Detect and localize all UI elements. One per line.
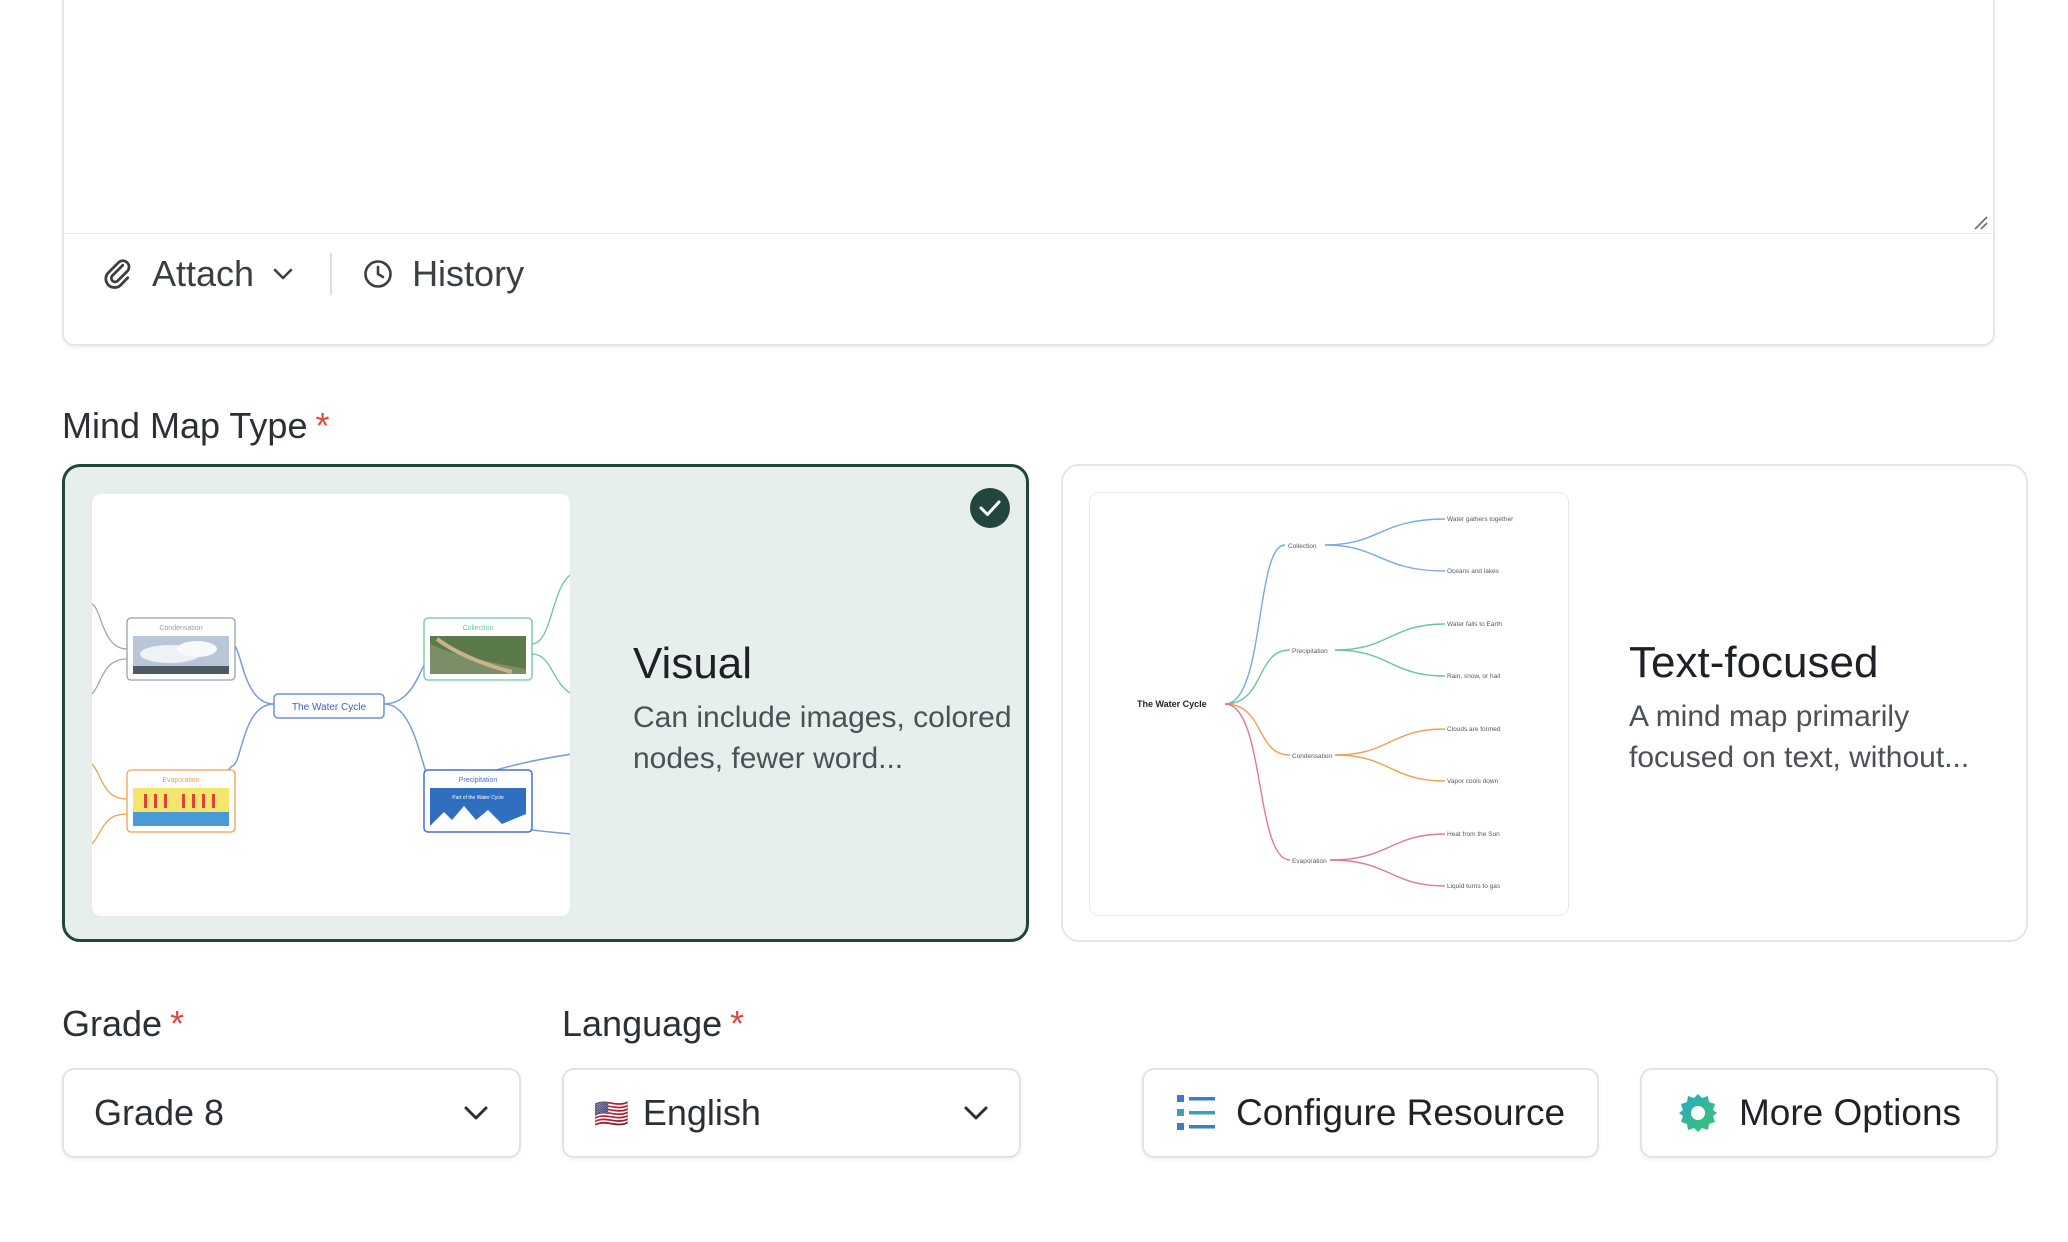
text-focused-option-description: A mind map primarily focused on text, wi… bbox=[1629, 700, 1970, 774]
text-leaf: Vapor cools down bbox=[1447, 778, 1499, 785]
more-options-label: More Options bbox=[1738, 1092, 1962, 1133]
history-label: History bbox=[412, 253, 525, 294]
mind-map-type-label: Mind Map Type * bbox=[62, 405, 330, 446]
text-branch-condensation: Condensation bbox=[1292, 753, 1332, 760]
visual-center-node: The Water Cycle bbox=[292, 702, 367, 713]
visual-option-description: Can include images, colored nodes, fewer… bbox=[633, 701, 1012, 775]
required-mark: * bbox=[730, 1003, 745, 1044]
language-label: Language * bbox=[562, 1003, 745, 1044]
configure-resource-label: Configure Resource bbox=[1235, 1092, 1566, 1133]
grade-select-value: Grade 8 bbox=[94, 1092, 225, 1133]
chevron-down-icon bbox=[464, 1106, 488, 1120]
editor-toolbar: Attach History bbox=[104, 244, 524, 304]
list-icon bbox=[1176, 1095, 1215, 1130]
history-button[interactable]: History bbox=[362, 253, 524, 295]
chevron-down-icon bbox=[273, 268, 293, 280]
visual-node-condensation: Condensation bbox=[159, 625, 202, 632]
prompt-textarea[interactable] bbox=[64, 0, 1993, 234]
grade-select[interactable]: Grade 8 bbox=[62, 1068, 521, 1158]
text-leaf: Heat from the Sun bbox=[1447, 831, 1500, 838]
gear-icon bbox=[1678, 1094, 1717, 1132]
visual-node-evaporation: Evaporation bbox=[162, 777, 199, 784]
prompt-editor: Attach History bbox=[62, 0, 1995, 346]
text-leaf: Oceans and lakes bbox=[1447, 568, 1500, 575]
check-circle-icon bbox=[970, 488, 1010, 528]
visual-node-collection: Collection bbox=[463, 625, 494, 632]
paperclip-icon bbox=[104, 259, 131, 289]
visual-option-title: Visual bbox=[633, 639, 753, 688]
clock-icon bbox=[364, 260, 392, 288]
mind-map-type-text-focused-option[interactable]: The Water Cycle Collection Precipitation… bbox=[1061, 464, 2028, 942]
resize-handle-icon[interactable] bbox=[1972, 214, 1988, 230]
language-select[interactable]: 🇺🇸 English bbox=[562, 1068, 1021, 1158]
text-branch-evaporation: Evaporation bbox=[1292, 858, 1327, 865]
attach-label: Attach bbox=[152, 253, 255, 294]
visual-precip-caption: Part of the Water Cycle bbox=[452, 795, 504, 801]
text-focused-preview-image: The Water Cycle Collection Precipitation… bbox=[1089, 492, 1569, 916]
required-mark: * bbox=[315, 405, 330, 446]
required-mark: * bbox=[170, 1003, 185, 1044]
text-focused-option-title: Text-focused bbox=[1629, 638, 1879, 687]
configure-resource-button[interactable]: Configure Resource bbox=[1142, 1068, 1599, 1158]
us-flag-icon: 🇺🇸 bbox=[594, 1097, 629, 1129]
text-leaf: Water falls to Earth bbox=[1447, 621, 1502, 628]
more-options-button[interactable]: More Options bbox=[1640, 1068, 1998, 1158]
attach-button[interactable]: Attach bbox=[104, 253, 294, 295]
toolbar-divider bbox=[330, 253, 333, 295]
text-branch-precipitation: Precipitation bbox=[1292, 648, 1328, 655]
grade-label: Grade * bbox=[62, 1003, 185, 1044]
visual-preview-image: The Water Cycle Condensation Collection … bbox=[91, 493, 571, 917]
text-leaf: Rain, snow, or hail bbox=[1447, 673, 1501, 680]
chevron-down-icon bbox=[964, 1106, 988, 1120]
visual-node-precipitation: Precipitation bbox=[459, 777, 498, 784]
text-leaf: Water gathers together bbox=[1447, 516, 1514, 523]
language-select-value: English bbox=[642, 1092, 761, 1133]
text-center-node: The Water Cycle bbox=[1137, 699, 1207, 709]
mind-map-type-visual-option[interactable]: The Water Cycle Condensation Collection … bbox=[62, 464, 1029, 942]
text-leaf: Liquid turns to gas bbox=[1447, 883, 1501, 890]
text-leaf: Clouds are formed bbox=[1447, 726, 1501, 733]
text-branch-collection: Collection bbox=[1288, 543, 1317, 550]
